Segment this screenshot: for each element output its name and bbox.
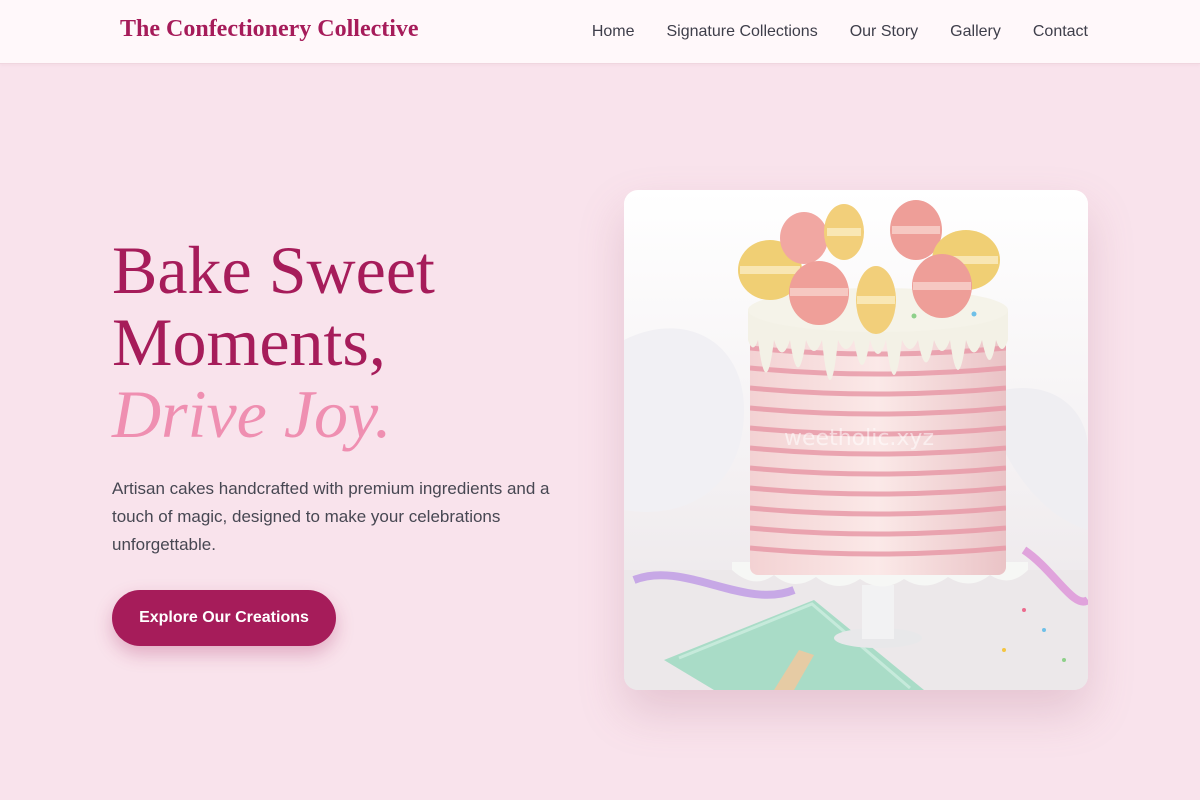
nav-menu: Home Signature Collections Our Story Gal… <box>592 0 1088 64</box>
hero-heading-line-2: Moments, <box>112 304 386 380</box>
hero-cake-image: weetholic.xyz <box>624 190 1088 690</box>
image-watermark: weetholic.xyz <box>784 426 934 451</box>
brand-logo[interactable]: The Confectionery Collective <box>120 16 419 43</box>
top-navbar: The Confectionery Collective Home Signat… <box>0 0 1200 64</box>
nav-link-home[interactable]: Home <box>592 23 635 41</box>
nav-link-contact[interactable]: Contact <box>1033 23 1088 41</box>
nav-link-gallery[interactable]: Gallery <box>950 23 1001 41</box>
nav-link-signature-collections[interactable]: Signature Collections <box>667 23 818 41</box>
nav-link-our-story[interactable]: Our Story <box>850 23 918 41</box>
hero-description: Artisan cakes handcrafted with premium i… <box>112 479 550 554</box>
hero-heading-line-1: Bake Sweet <box>112 232 435 308</box>
hero-heading: Bake Sweet Moments, Drive Joy. <box>112 234 592 450</box>
hero-heading-accent: Drive Joy. <box>112 376 392 452</box>
explore-creations-button[interactable]: Explore Our Creations <box>112 590 336 646</box>
